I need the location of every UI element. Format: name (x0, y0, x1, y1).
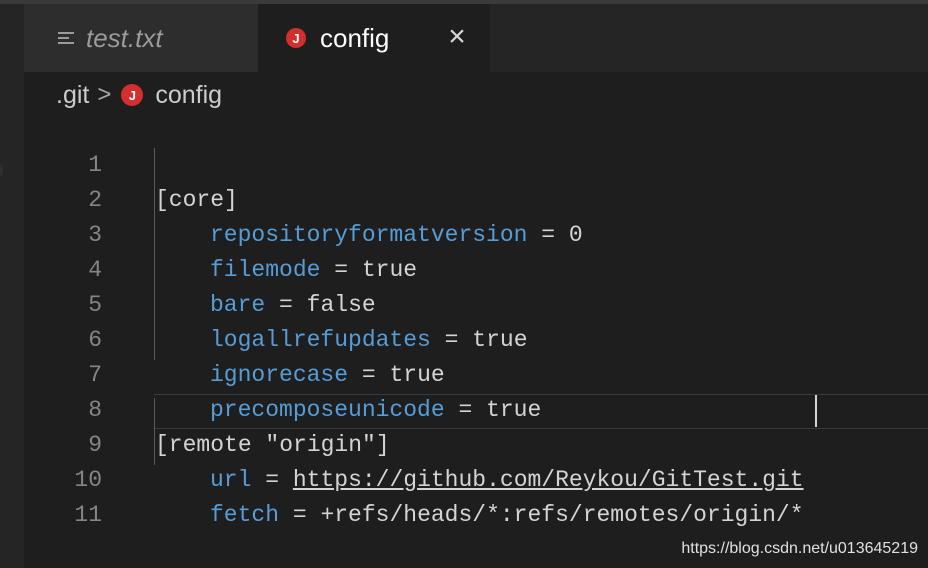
config-file-icon: J (121, 84, 144, 106)
breadcrumb-folder[interactable]: .git (56, 81, 89, 110)
code-line: 1 [core] (24, 113, 928, 213)
equals-sign: = (292, 502, 307, 528)
tab-label-test-txt: test.txt (86, 22, 163, 53)
chevron-right-icon: > (97, 81, 112, 108)
config-key: fetch (210, 502, 280, 528)
tab-bar: test.txt J config × (24, 4, 928, 72)
code-line: 2 repositoryformatversion = 0 (24, 148, 928, 248)
close-icon[interactable]: × (442, 22, 472, 52)
tab-config[interactable]: J config × (258, 4, 490, 72)
code-line: 4 bare = false (24, 218, 928, 318)
config-value: +refs/heads/*:refs/remotes/origin/* (320, 502, 804, 528)
code-editor[interactable]: 1 [core] 2 repositoryformatversion = 0 3… (24, 112, 928, 568)
code-line: 11 (24, 463, 928, 528)
watermark: https://blog.csdn.net/u013645219 (681, 540, 918, 557)
config-file-icon: J (286, 28, 306, 48)
code-line: 5 logallrefupdates = true (24, 253, 928, 353)
code-line: 8 [remote "origin"] (24, 358, 928, 458)
tab-label-config: config (320, 22, 390, 53)
activity-strip (0, 4, 24, 568)
text-cursor (815, 395, 817, 427)
tab-test-txt[interactable]: test.txt (24, 4, 258, 72)
breadcrumb-file[interactable]: config (155, 81, 222, 110)
code-line: 3 filemode = true (24, 183, 928, 283)
edge-indicator (0, 164, 3, 176)
breadcrumb: .git > J config (56, 78, 222, 112)
code-line: 9 url = https://github.com/Reykou/GitTes… (24, 393, 928, 493)
code-line: 6 ignorecase = true (24, 288, 928, 388)
line-number: 11 (74, 502, 102, 528)
code-line: 7 precomposeunicode = true (24, 323, 928, 423)
code-line: 10 fetch = +refs/heads/*:refs/remotes/or… (24, 428, 928, 528)
text-file-icon (58, 29, 74, 47)
